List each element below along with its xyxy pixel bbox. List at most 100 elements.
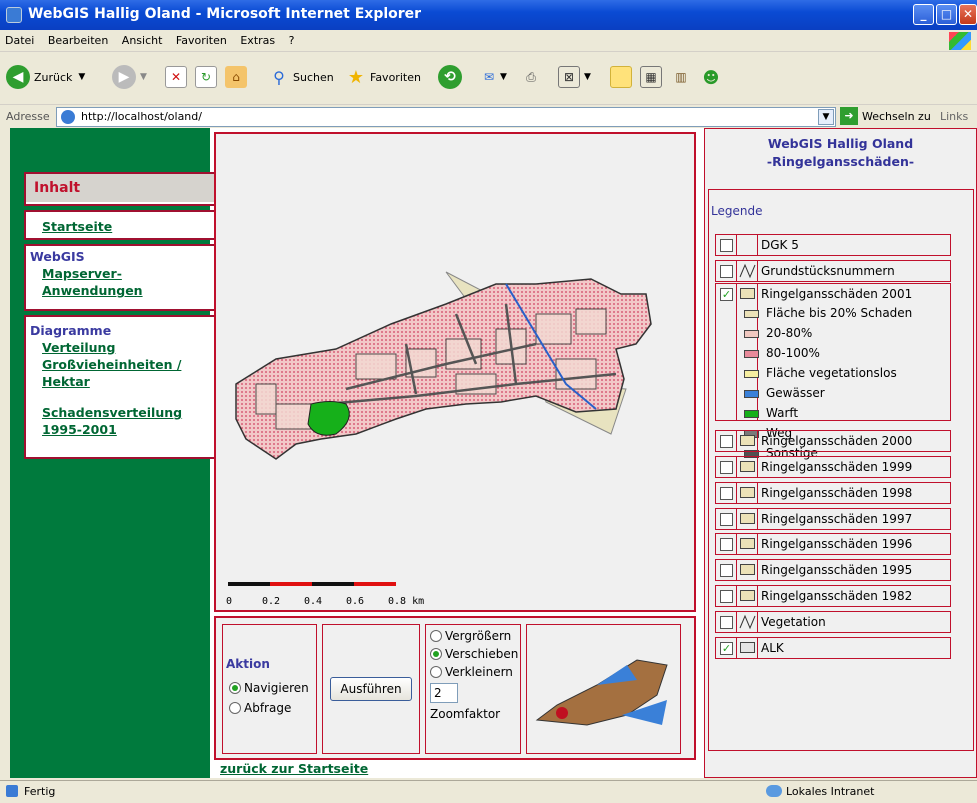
abfrage-option[interactable]: Abfrage (229, 701, 316, 715)
zoom-box: Vergrößern Verschieben Verkleinern 2 Zoo… (425, 624, 521, 754)
layer-row: Ringelgansschäden 1997 (715, 508, 951, 530)
ie-logo-icon (6, 7, 22, 23)
back-to-start-link[interactable]: zurück zur Startseite (220, 761, 368, 776)
verkleinern-label: Verkleinern (445, 665, 513, 679)
layer-checkbox[interactable] (720, 616, 733, 629)
menu-favoriten[interactable]: Favoriten (171, 30, 232, 51)
go-button[interactable]: ➜ Wechseln zu (840, 107, 931, 125)
overview-map[interactable] (527, 625, 680, 753)
verteilung-link[interactable]: Verteilung Großvieheinheiten / Hektar (42, 339, 215, 390)
back-arrow-icon: ◀ (6, 65, 30, 89)
layer-checkbox[interactable] (720, 461, 733, 474)
layer-row: DGK 5 (715, 234, 951, 256)
mail-icon: ✉ (483, 70, 495, 84)
address-bar: Adresse http://localhost/oland/ ▼ ➜ Wech… (0, 104, 977, 128)
verschieben-radio[interactable] (430, 648, 442, 660)
layer-checkbox[interactable] (720, 513, 733, 526)
layer-checkbox[interactable] (720, 435, 733, 448)
vergroessern-radio[interactable] (430, 630, 442, 642)
search-icon: ⚲ (273, 67, 285, 87)
layer-checkbox[interactable] (720, 239, 733, 252)
refresh-button[interactable]: ↻ (195, 64, 217, 90)
vergroessern-label: Vergrößern (445, 629, 512, 643)
mapserver-line2: Anwendungen (42, 283, 143, 298)
menu-bearbeiten[interactable]: Bearbeiten (43, 30, 113, 51)
zoomfaktor-input[interactable]: 2 (430, 683, 458, 703)
stop-button[interactable]: ✕ (165, 64, 187, 90)
verkleinern-option[interactable]: Verkleinern (430, 665, 520, 679)
menu-extras[interactable]: Extras (235, 30, 280, 51)
discuss-button[interactable] (610, 64, 632, 90)
layer-checkbox[interactable] (720, 538, 733, 551)
back-button[interactable]: ◀ Zurück ▼ (6, 64, 85, 90)
layer-checkbox[interactable] (720, 265, 733, 278)
favorites-button[interactable]: ★ Favoriten (345, 64, 421, 90)
overview-position-marker (556, 707, 568, 719)
layer-label: Ringelgansschäden 1997 (761, 512, 913, 526)
navigieren-radio[interactable] (229, 682, 241, 694)
verteilung-line2: Großvieheinheiten / (42, 357, 182, 372)
abfrage-radio[interactable] (229, 702, 241, 714)
verteilung-line1: Verteilung (42, 340, 116, 355)
diagramme-heading: Diagramme (30, 323, 112, 338)
status-bar: Fertig Lokales Intranet (0, 780, 977, 803)
layer-swatch-icon (736, 431, 758, 451)
menu-help[interactable]: ? (284, 30, 300, 51)
diagramme-box: Diagramme Verteilung Großvieheinheiten / H… (24, 315, 217, 459)
webgis-box: WebGIS Mapserver- Anwendungen (24, 244, 217, 311)
navigieren-option[interactable]: Navigieren (229, 681, 316, 695)
research-button[interactable]: ▥ (670, 64, 692, 90)
layer-checkbox[interactable] (720, 487, 733, 500)
schadensverteilung-link[interactable]: Schadensverteilung 1995-2001 (42, 404, 215, 438)
star-icon: ★ (347, 66, 365, 88)
search-button[interactable]: ⚲ Suchen (268, 64, 334, 90)
maximize-button[interactable]: □ (936, 4, 957, 25)
schaden-line1: Schadensverteilung (42, 405, 183, 420)
webgis-heading: WebGIS (30, 249, 85, 264)
layer-checkbox[interactable] (720, 590, 733, 603)
menu-ansicht[interactable]: Ansicht (117, 30, 168, 51)
layer-swatch-icon (736, 235, 758, 255)
edit-button[interactable]: ⊠ ▼ (558, 64, 591, 90)
address-dropdown-icon[interactable]: ▼ (818, 109, 834, 125)
page-icon (61, 110, 75, 124)
vergroessern-option[interactable]: Vergrößern (430, 629, 520, 643)
startseite-link[interactable]: Startseite (42, 218, 215, 235)
legend-item-label: Gewässer (766, 386, 825, 400)
legend-item-label: Fläche vegetationslos (766, 366, 897, 380)
layer-label: Ringelgansschäden 2000 (761, 434, 913, 448)
layer-checkbox[interactable]: ✓ (720, 642, 733, 655)
history-button[interactable]: ⟲ (438, 64, 462, 90)
legend-pane: WebGIS Hallig Oland -Ringelgansschäden- L… (704, 128, 977, 778)
print-button[interactable]: ⎙ (520, 64, 542, 90)
links-label[interactable]: Links (940, 110, 968, 123)
go-arrow-icon: ➜ (840, 107, 858, 125)
map-view[interactable]: 0 0.2 0.4 0.6 0.8 km (214, 132, 696, 612)
mail-button[interactable]: ✉ ▼ (478, 64, 507, 90)
mapserver-link[interactable]: Mapserver- Anwendungen (42, 265, 215, 299)
messenger-icon: ☻ (702, 67, 720, 87)
messenger-button[interactable]: ☻ (700, 64, 722, 90)
layer-checkbox[interactable] (720, 564, 733, 577)
calculator-button[interactable]: ▦ (640, 64, 662, 90)
address-input[interactable]: http://localhost/oland/ (56, 107, 836, 127)
layer-checkbox[interactable]: ✓ (720, 288, 733, 301)
window-title: WebGIS Hallig Oland - Microsoft Internet… (28, 6, 422, 22)
layer-swatch-icon (736, 457, 758, 477)
layer-swatch-icon (736, 612, 758, 632)
forward-button[interactable]: ▶ ▼ (112, 64, 147, 90)
menu-bar: Datei Bearbeiten Ansicht Favoriten Extra… (0, 30, 977, 52)
menu-datei[interactable]: Datei (0, 30, 39, 51)
close-button[interactable]: ✕ (959, 4, 977, 25)
verschieben-option[interactable]: Verschieben (430, 647, 520, 661)
minimize-button[interactable]: _ (913, 4, 934, 25)
zone-text: Lokales Intranet (786, 785, 875, 798)
verteilung-line3: Hektar (42, 374, 90, 389)
layer-row: Ringelgansschäden 1995 (715, 559, 951, 581)
favorites-label: Favoriten (370, 70, 421, 84)
verkleinern-radio[interactable] (430, 666, 442, 678)
ausfuehren-button[interactable]: Ausführen (330, 677, 412, 701)
hallig-map[interactable]: 0 0.2 0.4 0.6 0.8 km (216, 134, 694, 610)
zoomfaktor-label: Zoomfaktor (430, 707, 501, 721)
home-button[interactable]: ⌂ (225, 64, 247, 90)
